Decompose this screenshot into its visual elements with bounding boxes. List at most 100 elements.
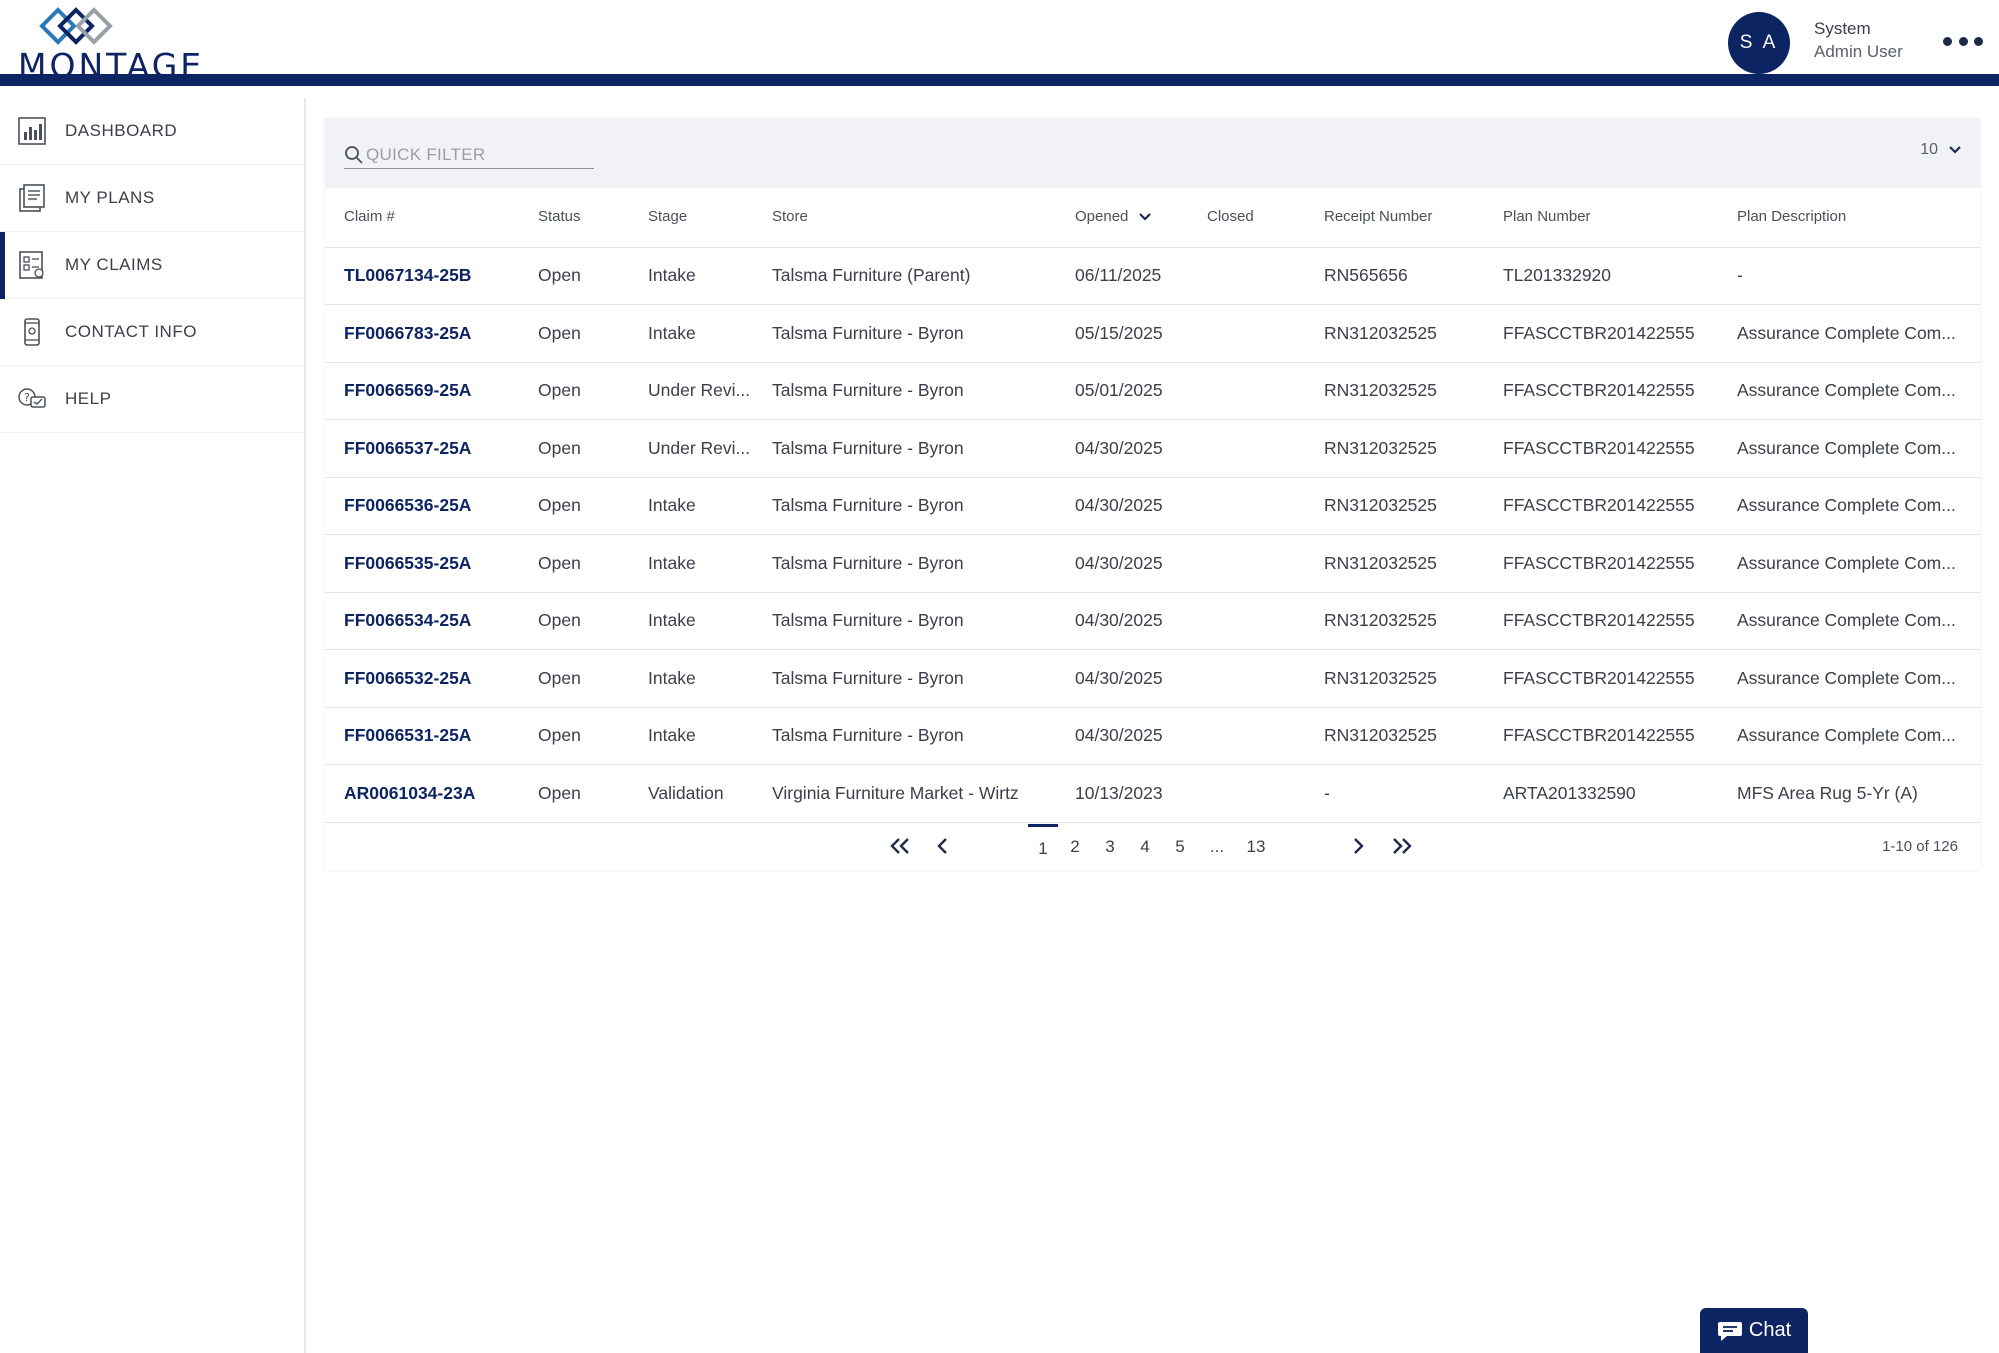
column-header-claim[interactable]: Claim # <box>344 208 395 225</box>
cell-receipt-number: RN312032525 <box>1324 380 1437 400</box>
column-header-receipt-number[interactable]: Receipt Number <box>1324 208 1432 225</box>
more-options-icon[interactable] <box>1943 26 1983 56</box>
cell-status: Open <box>538 552 581 573</box>
page-1[interactable]: 1 <box>1028 824 1058 870</box>
sidebar-item-label: MY PLANS <box>65 188 155 207</box>
sidebar-item-label: HELP <box>65 389 112 408</box>
table-row[interactable]: FF0066532-25A Open Intake Talsma Furniture … <box>325 651 1980 708</box>
table-row[interactable]: FF0066783-25A Open Intake Talsma Furniture … <box>325 306 1980 363</box>
svg-text:?: ? <box>24 391 30 404</box>
cell-plan-description: Assurance Complete Com... <box>1737 667 1956 688</box>
pagination: 1 2 3 4 5 ... 13 1-10 of 126 <box>325 824 1980 870</box>
column-header-stage[interactable]: Stage <box>648 208 687 225</box>
top-header: MONTAGE S A System Admin User <box>0 0 1999 86</box>
cell-claim-number[interactable]: AR0061034-23A <box>344 783 475 804</box>
chat-button[interactable]: Chat <box>1700 1308 1808 1353</box>
cell-receipt-number: RN312032525 <box>1324 495 1437 515</box>
sidebar-item-my-plans[interactable]: MY PLANS <box>0 165 304 232</box>
quick-filter-input[interactable] <box>366 144 586 165</box>
cell-stage: Under Revi... <box>648 437 751 458</box>
table-row[interactable]: FF0066534-25A Open Intake Talsma Furniture … <box>325 593 1980 650</box>
cell-claim-number[interactable]: FF0066537-25A <box>344 438 471 459</box>
previous-page-icon[interactable] <box>931 834 955 858</box>
pagination-range: 1-10 of 126 <box>1882 838 1958 855</box>
sidebar-item-my-claims[interactable]: MY CLAIMS <box>0 232 304 299</box>
column-header-status[interactable]: Status <box>538 208 581 225</box>
cell-claim-number[interactable]: TL0067134-25B <box>344 265 471 286</box>
column-header-opened[interactable]: Opened <box>1075 208 1152 225</box>
cell-status: Open <box>538 322 581 343</box>
cell-stage: Intake <box>648 552 696 573</box>
cell-opened: 04/30/2025 <box>1075 610 1163 630</box>
page-3[interactable]: 3 <box>1096 824 1124 870</box>
cell-plan-number: FFASCCTBR201422555 <box>1503 552 1695 573</box>
last-page-icon[interactable] <box>1390 834 1414 858</box>
cell-plan-number: TL201332920 <box>1503 265 1612 285</box>
montage-logo[interactable]: MONTAGE <box>18 4 203 85</box>
cell-claim-number[interactable]: FF0066569-25A <box>344 380 471 401</box>
column-header-plan-number[interactable]: Plan Number <box>1503 208 1591 225</box>
cell-plan-number: FFASCCTBR201422555 <box>1503 725 1695 745</box>
cell-stage: Intake <box>648 265 696 285</box>
cell-status: Open <box>538 495 581 515</box>
cell-plan-number: FFASCCTBR201422555 <box>1503 667 1695 688</box>
cell-claim-number[interactable]: FF0066532-25A <box>344 668 471 689</box>
page-size-select[interactable]: 10 <box>1920 141 1962 159</box>
help-icon: ? <box>18 388 46 408</box>
cell-claim-number[interactable]: FF0066783-25A <box>344 323 471 344</box>
cell-plan-description: Assurance Complete Com... <box>1737 437 1956 458</box>
table-row[interactable]: FF0066537-25A Open Under Revi... Talsma Fur… <box>325 421 1980 478</box>
chat-label: Chat <box>1748 1319 1792 1341</box>
cell-receipt-number: - <box>1324 782 1330 803</box>
cell-claim-number[interactable]: FF0066536-25A <box>344 495 471 516</box>
page-2[interactable]: 2 <box>1061 824 1089 870</box>
table-row[interactable]: FF0066536-25A Open Intake Talsma Furniture … <box>325 478 1980 535</box>
table-row[interactable]: FF0066569-25A Open Under Revi... Talsma Fur… <box>325 363 1980 420</box>
cell-opened: 04/30/2025 <box>1075 495 1163 515</box>
sort-descending-icon <box>1139 213 1152 221</box>
column-header-store[interactable]: Store <box>772 208 808 225</box>
cell-status: Open <box>538 667 581 688</box>
phone-icon <box>24 318 40 346</box>
sidebar-item-dashboard[interactable]: DASHBOARD <box>0 98 304 165</box>
sidebar-item-label: DASHBOARD <box>65 121 178 140</box>
cell-plan-description: Assurance Complete Com... <box>1737 610 1956 630</box>
cell-status: Open <box>538 610 581 630</box>
first-page-icon[interactable] <box>888 834 912 858</box>
sidebar-item-contact-info[interactable]: CONTACT INFO <box>0 299 304 366</box>
table-row[interactable]: FF0066535-25A Open Intake Talsma Furniture … <box>325 536 1980 593</box>
cell-claim-number[interactable]: FF0066534-25A <box>344 610 471 631</box>
cell-plan-number: FFASCCTBR201422555 <box>1503 437 1695 458</box>
cell-plan-description: Assurance Complete Com... <box>1737 725 1956 745</box>
cell-plan-description: Assurance Complete Com... <box>1737 380 1956 400</box>
cell-stage: Intake <box>648 725 696 745</box>
cell-claim-number[interactable]: FF0066531-25A <box>344 725 471 746</box>
cell-plan-description: Assurance Complete Com... <box>1737 322 1956 343</box>
cell-status: Open <box>538 437 581 458</box>
cell-opened: 05/15/2025 <box>1075 322 1163 343</box>
column-header-plan-description[interactable]: Plan Description <box>1737 208 1846 225</box>
cell-receipt-number: RN312032525 <box>1324 610 1437 630</box>
user-first-name: System <box>1814 19 1871 38</box>
chevron-down-icon <box>1949 146 1961 154</box>
page-5[interactable]: 5 <box>1166 824 1194 870</box>
table-header: Claim # Status Stage Store Opened Closed… <box>325 188 1980 248</box>
cell-claim-number[interactable]: FF0066535-25A <box>344 553 471 574</box>
table-row[interactable]: TL0067134-25B Open Intake Talsma Furniture … <box>325 248 1980 305</box>
page-13[interactable]: 13 <box>1242 824 1270 870</box>
chat-bubble-icon <box>1717 1321 1742 1341</box>
cell-store: Talsma Furniture - Byron <box>772 610 964 630</box>
table-toolbar: 10 <box>325 118 1980 188</box>
user-avatar[interactable]: S A <box>1728 12 1790 74</box>
sidebar-item-help[interactable]: ? HELP <box>0 366 304 433</box>
cell-opened: 04/30/2025 <box>1075 725 1163 745</box>
page-4[interactable]: 4 <box>1131 824 1159 870</box>
table-row[interactable]: FF0066531-25A Open Intake Talsma Furniture … <box>325 708 1980 765</box>
page-size-value: 10 <box>1920 141 1938 158</box>
cell-stage: Under Revi... <box>648 380 751 400</box>
cell-opened: 04/30/2025 <box>1075 437 1163 458</box>
column-header-closed[interactable]: Closed <box>1207 208 1254 225</box>
table-row[interactable]: AR0061034-23A Open Validation Virginia Furn… <box>325 766 1980 823</box>
next-page-icon[interactable] <box>1346 834 1370 858</box>
sidebar-item-label: CONTACT INFO <box>65 322 197 341</box>
